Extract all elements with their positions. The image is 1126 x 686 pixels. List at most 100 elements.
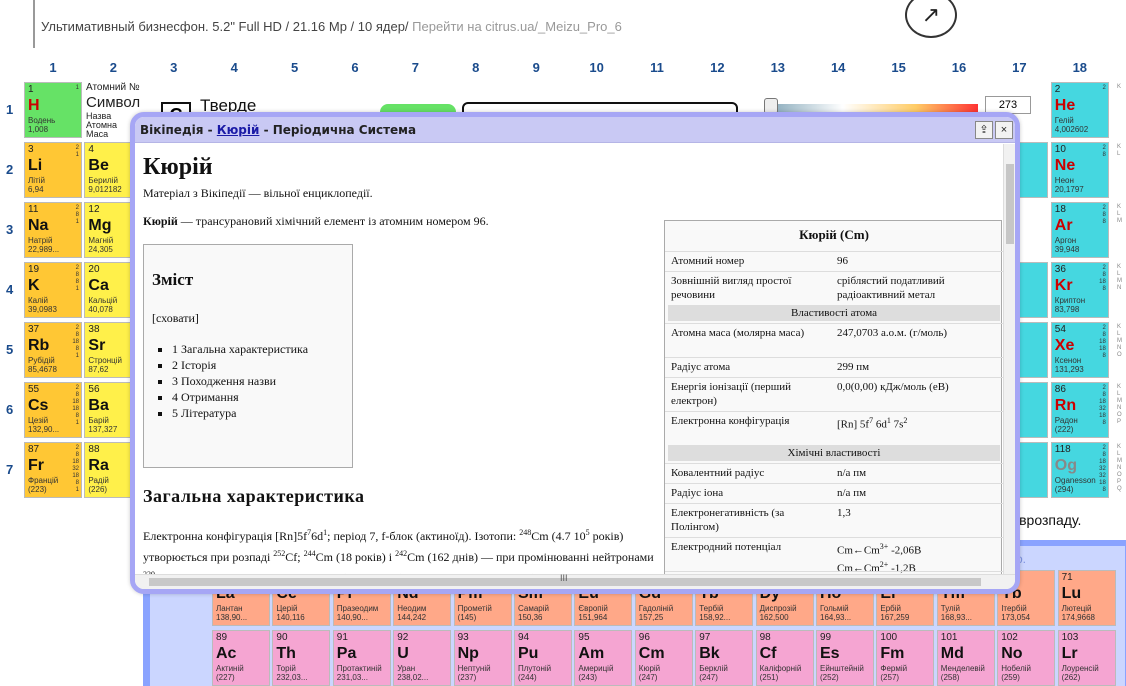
- element-mass: 158,92...: [699, 613, 731, 622]
- column-number: 1: [49, 60, 57, 75]
- column-number: 7: [411, 60, 419, 75]
- element-name: Аргон: [1054, 236, 1077, 245]
- horizontal-scrollbar[interactable]: III: [135, 573, 1015, 589]
- close-icon[interactable]: ×: [995, 121, 1013, 139]
- row-number: 4: [6, 282, 14, 297]
- vertical-scroll-thumb[interactable]: [1006, 164, 1014, 244]
- element-cell[interactable]: 118 Og Oganesson (294) 2 8 18 32 32 18 8: [1050, 442, 1109, 498]
- ad-link[interactable]: Перейти на citrus.ua/_Meizu_Pro_6: [409, 19, 622, 34]
- element-mass: 174,9668: [1061, 613, 1095, 622]
- article-title: Кюрій: [143, 154, 213, 180]
- ad-text[interactable]: Ультимативный бизнесфон. 5.2" Full HD / …: [41, 19, 622, 34]
- element-mass: (294): [1054, 485, 1074, 494]
- toc-item[interactable]: 4 Отримання: [172, 389, 308, 405]
- infobox-row: Радіус іона n/a пм: [665, 483, 1003, 503]
- toc-hide-link[interactable]: [сховати]: [152, 311, 199, 326]
- element-mass: (244): [518, 673, 537, 682]
- infobox-row: Ковалентний радіус n/a пм: [665, 463, 1003, 483]
- element-mass: 232,03...: [276, 673, 308, 682]
- element-mass: 150,36: [518, 613, 543, 622]
- toc-item[interactable]: 1 Загальна характеристика: [172, 341, 308, 357]
- toc-item[interactable]: 5 Література: [172, 405, 308, 421]
- infobox-key: Зовнішній вигляд простої речовини: [671, 275, 792, 301]
- element-mass: (223): [28, 485, 47, 494]
- popup-title-link[interactable]: Кюрій: [217, 123, 260, 137]
- element-cell[interactable]: 90 Th Торій 232,03...: [272, 630, 331, 686]
- element-cell[interactable]: 11 Na Натрій 22,989... 2 8 1: [24, 202, 82, 258]
- element-mass: 85,4678: [28, 365, 57, 374]
- element-cell[interactable]: 89 Ac Актиній (227): [212, 630, 270, 686]
- element-cell[interactable]: 36 Kr Криптон 83,798 2 8 18 8: [1050, 262, 1109, 318]
- element-cell[interactable]: 71 Lu Лютецій 174,9668: [1057, 570, 1116, 626]
- element-cell[interactable]: 95 Am Америцій (243): [574, 630, 633, 686]
- atomic-number: 101: [940, 632, 958, 643]
- element-symbol: Rn: [1054, 397, 1077, 414]
- element-cell[interactable]: 100 Fm Фермій (257): [876, 630, 935, 686]
- element-name: Каліфорній: [759, 664, 802, 673]
- element-mass: (227): [216, 673, 235, 682]
- atomic-number: 87: [28, 444, 40, 455]
- element-cell[interactable]: 96 Cm Кюрій (247): [634, 630, 693, 686]
- element-cell[interactable]: 103 Lr Лоуренсій (262): [1057, 630, 1116, 686]
- arrow-glyph: ↗: [921, 2, 941, 27]
- toc-item[interactable]: 2 Історія: [172, 357, 308, 373]
- infobox-value: n/a пм: [837, 487, 867, 499]
- electron-shells: 2 8 18 32 18 8 1: [72, 445, 79, 493]
- element-cell[interactable]: 93 Np Нептуній (237): [453, 630, 512, 686]
- element-cell[interactable]: 3 Li Літій 6,94 2 1: [24, 142, 82, 198]
- electron-shells: 288: [1102, 205, 1106, 225]
- shell-labels: KLMN: [1117, 264, 1122, 291]
- element-cell[interactable]: 18 Ar Аргон 39,948 2 8 8: [1050, 202, 1109, 258]
- element-cell[interactable]: 101 Md Менделевій (258): [936, 630, 995, 686]
- toc-item[interactable]: 3 Походження назви: [172, 373, 308, 389]
- atomic-number: 55: [28, 384, 40, 395]
- element-cell[interactable]: 1 H Водень 1,008 1: [24, 82, 82, 138]
- element-symbol: Ca: [88, 277, 109, 294]
- element-cell[interactable]: 19 K Калій 39,0983 2 8 8 1: [24, 262, 82, 318]
- element-cell[interactable]: 2 He Гелій 4,002602 2: [1050, 82, 1109, 138]
- infobox-value: 96: [837, 255, 848, 267]
- element-cell[interactable]: 94 Pu Плутоній (244): [514, 630, 572, 686]
- lead-rest: — трансурановий хімічний елемент із атом…: [177, 214, 489, 228]
- element-cell[interactable]: 86 Rn Радон (222) 2 8 18 32 18 8: [1050, 382, 1109, 438]
- temperature-slider-track[interactable]: [770, 104, 978, 112]
- electron-shells: 2 8 18 8 1: [72, 325, 79, 359]
- infobox-section: Хімічні властивості: [668, 445, 1000, 461]
- element-mass: 151,964: [578, 613, 608, 622]
- element-mass: 40,078: [88, 305, 113, 314]
- vertical-scrollbar[interactable]: [1003, 144, 1015, 574]
- element-cell[interactable]: 10 Ne Неон 20,1797 2 8: [1050, 142, 1109, 198]
- element-cell[interactable]: 55 Cs Цезій 132,90... 2 8 18 18 8 1: [24, 382, 82, 438]
- element-cell[interactable]: 92 U Уран 238,02...: [393, 630, 452, 686]
- atomic-number: 88: [88, 444, 100, 455]
- element-symbol: No: [1001, 645, 1023, 662]
- element-cell[interactable]: 37 Rb Рубідій 85,4678 2 8 18 8 1: [24, 322, 82, 378]
- element-cell[interactable]: 97 Bk Берклій (247): [695, 630, 754, 686]
- element-cell[interactable]: 99 Es Ейнштейній (252): [816, 630, 874, 686]
- element-cell[interactable]: 87 Fr Францій (223) 2 8 18 32 18 8 1: [24, 442, 82, 498]
- element-name: Францій: [28, 476, 59, 485]
- element-symbol: Bk: [699, 645, 720, 662]
- element-cell[interactable]: 98 Cf Каліфорній (251): [755, 630, 814, 686]
- infobox-value: 1,3: [837, 507, 851, 519]
- element-mass: 140,90...: [336, 613, 368, 622]
- element-name: Ейнштейній: [820, 664, 864, 673]
- popup-titlebar[interactable]: Вікіпедія - Кюрій - Періодична Система ⇪…: [135, 117, 1015, 143]
- element-mass: (252): [820, 673, 839, 682]
- detach-icon[interactable]: ⇪: [975, 121, 993, 139]
- atomic-number: 56: [88, 384, 100, 395]
- element-cell[interactable]: 91 Pa Протактиній 231,03...: [332, 630, 391, 686]
- element-name: Радон: [1054, 416, 1078, 425]
- atomic-number: 1: [28, 84, 34, 95]
- element-cell[interactable]: 54 Xe Ксенон 131,293 2 8 18 18 8: [1050, 322, 1109, 378]
- element-symbol: Og: [1054, 457, 1078, 474]
- element-mass: 231,03...: [336, 673, 368, 682]
- element-mass: (145): [457, 613, 477, 622]
- element-symbol: Na: [28, 217, 49, 234]
- atomic-number: 95: [578, 632, 590, 643]
- element-name: Фермій: [880, 664, 908, 673]
- legend-name-mass: Назва Атомна Маса: [86, 111, 117, 139]
- element-mass: 1,008: [28, 125, 49, 134]
- infobox-row: Атомна маса (молярна маса) 247,0703 а.о.м…: [665, 323, 1003, 357]
- element-cell[interactable]: 102 No Нобелій (259): [997, 630, 1056, 686]
